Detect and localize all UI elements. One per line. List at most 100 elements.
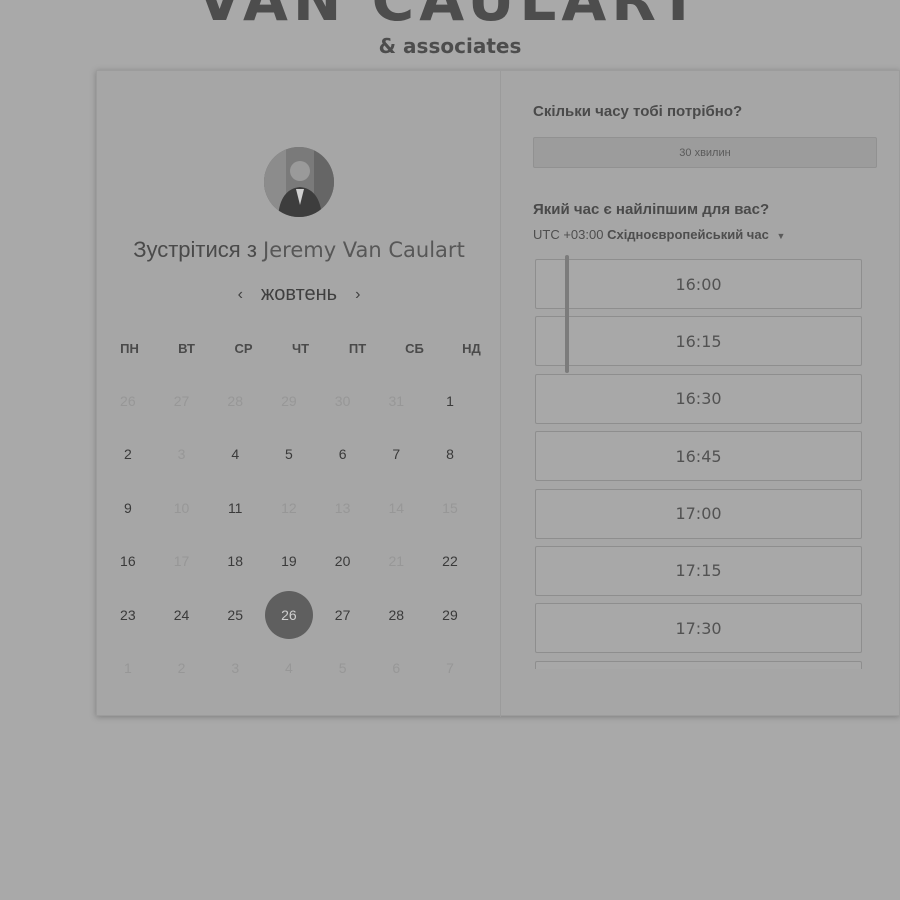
caret-down-icon: ▼: [776, 231, 786, 241]
timezone-offset: UTC +03:00: [533, 227, 604, 242]
calendar-day-number: 28: [227, 392, 243, 409]
calendar-day: 28: [208, 374, 262, 428]
timeslot-button[interactable]: 16:30: [535, 373, 862, 424]
time-question: Який час є найліпшим для вас?: [533, 201, 770, 218]
calendar-day[interactable]: 27: [316, 588, 370, 642]
calendar-day-number: 26: [120, 392, 136, 409]
timeslot-button[interactable]: 17:30: [535, 603, 862, 654]
calendar-day[interactable]: 2: [101, 428, 155, 482]
calendar-day[interactable]: 5: [262, 428, 316, 482]
timezone-selector[interactable]: UTC +03:00 Східноєвропейський час ▼: [533, 227, 785, 242]
calendar-day-number: 21: [388, 553, 405, 570]
calendar-day[interactable]: 22: [423, 535, 477, 589]
calendar-day: 14: [369, 481, 423, 535]
weekday-label: СБ: [405, 341, 424, 356]
calendar-day-number: 1: [446, 392, 454, 409]
calendar-day: 2: [155, 642, 209, 696]
month-label: жовтень: [260, 283, 338, 305]
timeslot-scrollbar[interactable]: [565, 255, 569, 373]
calendar-day: 13: [316, 481, 370, 535]
calendar-day-number: 7: [446, 660, 454, 677]
timezone-name: Східноєвропейський час: [607, 227, 769, 242]
calendar-day-number: 1: [123, 660, 132, 677]
weekday-header: ПН ВТ СР ЧТ ПТ СБ НД: [101, 341, 501, 356]
avatar: [264, 147, 334, 217]
timeslot-button[interactable]: 16:15: [535, 316, 862, 367]
calendar-day: 27: [155, 374, 209, 428]
meeting-title-prefix: Зустрітися з: [133, 237, 257, 262]
calendar-day[interactable]: 9: [101, 481, 155, 535]
calendar-day[interactable]: 25: [208, 588, 262, 642]
calendar-day: 7: [423, 642, 477, 696]
duration-select[interactable]: 30 хвилин: [533, 137, 877, 168]
calendar-day-number: 25: [227, 606, 243, 623]
calendar-day[interactable]: 24: [155, 588, 209, 642]
calendar-day-number: 15: [442, 499, 458, 516]
host-name: Jeremy Van Caulart: [263, 238, 465, 262]
calendar-day-number: 23: [120, 606, 136, 623]
weekday-label: ПТ: [348, 341, 367, 356]
calendar-day: 21: [369, 535, 423, 589]
calendar-day-number: 4: [231, 446, 240, 463]
calendar-day[interactable]: 18: [208, 535, 262, 589]
calendar-day-number: 3: [231, 660, 240, 677]
timeslot-button[interactable]: [535, 660, 862, 669]
meeting-title: Зустрітися з Jeremy Van Caulart: [97, 237, 501, 263]
calendar-day-number: 2: [177, 660, 186, 677]
calendar-day[interactable]: 1: [423, 374, 477, 428]
time-panel: Скільки часу тобі потрібно? 30 хвилин Як…: [501, 71, 900, 717]
calendar-day: 10: [155, 481, 209, 535]
calendar-day-number: 22: [442, 553, 458, 570]
weekday-label: СР: [234, 341, 253, 356]
calendar-day-number: 16: [120, 553, 136, 570]
calendar-day-number: 10: [173, 499, 190, 516]
timeslot-list: 16:00 16:15 16:30 16:45 17:00 17:15 17:30: [535, 259, 869, 669]
weekday-label: НД: [462, 341, 481, 356]
calendar-day-number: 9: [123, 499, 132, 516]
chevron-right-icon[interactable]: ›: [351, 286, 364, 304]
calendar-day-number: 20: [334, 553, 351, 570]
weekday-label: ВТ: [178, 341, 195, 356]
day-grid: 26 27 28 29 30 31 1 2 3 4 5 6 7 8 9 10 11 12 13 14 15 16 17 18 1…: [101, 374, 501, 695]
timeslot-button[interactable]: 16:00: [535, 259, 862, 309]
calendar-day-number: 4: [285, 660, 293, 677]
calendar-panel: Зустрітися з Jeremy Van Caulart ‹ жовтен…: [97, 71, 501, 717]
calendar-day[interactable]: 11: [208, 481, 262, 535]
calendar-day-number: 27: [334, 606, 351, 623]
calendar-day[interactable]: 28: [369, 588, 423, 642]
calendar-day[interactable]: 7: [369, 428, 423, 482]
calendar-day[interactable]: 20: [316, 535, 370, 589]
calendar-day[interactable]: 4: [208, 428, 262, 482]
calendar-day-number: 28: [388, 606, 405, 623]
calendar-day-number: 19: [281, 553, 297, 570]
calendar-day[interactable]: 16: [101, 535, 155, 589]
weekday-label: ЧТ: [291, 341, 310, 356]
calendar-day[interactable]: 29: [423, 588, 477, 642]
calendar-day-selected[interactable]: 26: [262, 588, 316, 642]
brand-logo-subtitle: & associates: [378, 34, 522, 58]
calendar-day: 17: [155, 535, 209, 589]
calendar-day[interactable]: 23: [101, 588, 155, 642]
chevron-left-icon[interactable]: ‹: [234, 286, 247, 304]
calendar-day-number: 26: [264, 590, 313, 639]
calendar-day-number: 29: [442, 606, 458, 623]
calendar-day-number: 6: [392, 660, 401, 677]
calendar-day-number: 2: [123, 446, 132, 463]
calendar-day-number: 8: [446, 446, 454, 463]
calendar-day[interactable]: 19: [262, 535, 316, 589]
calendar-day-number: 18: [227, 553, 243, 570]
calendar-day-number: 24: [173, 606, 190, 623]
calendar-day[interactable]: 8: [423, 428, 477, 482]
calendar-day-number: 30: [334, 392, 351, 409]
calendar-day-number: 12: [281, 499, 297, 516]
calendar-day: 6: [369, 642, 423, 696]
calendar-day: 29: [262, 374, 316, 428]
brand-logo-title: VAN CAULART: [197, 0, 703, 34]
calendar-day: 15: [423, 481, 477, 535]
calendar-day[interactable]: 6: [316, 428, 370, 482]
timeslot-button[interactable]: 17:15: [535, 545, 862, 596]
calendar-day-number: 14: [388, 499, 405, 516]
timeslot-button[interactable]: 16:45: [535, 431, 862, 482]
calendar-day: 30: [316, 374, 370, 428]
timeslot-button[interactable]: 17:00: [535, 488, 862, 539]
